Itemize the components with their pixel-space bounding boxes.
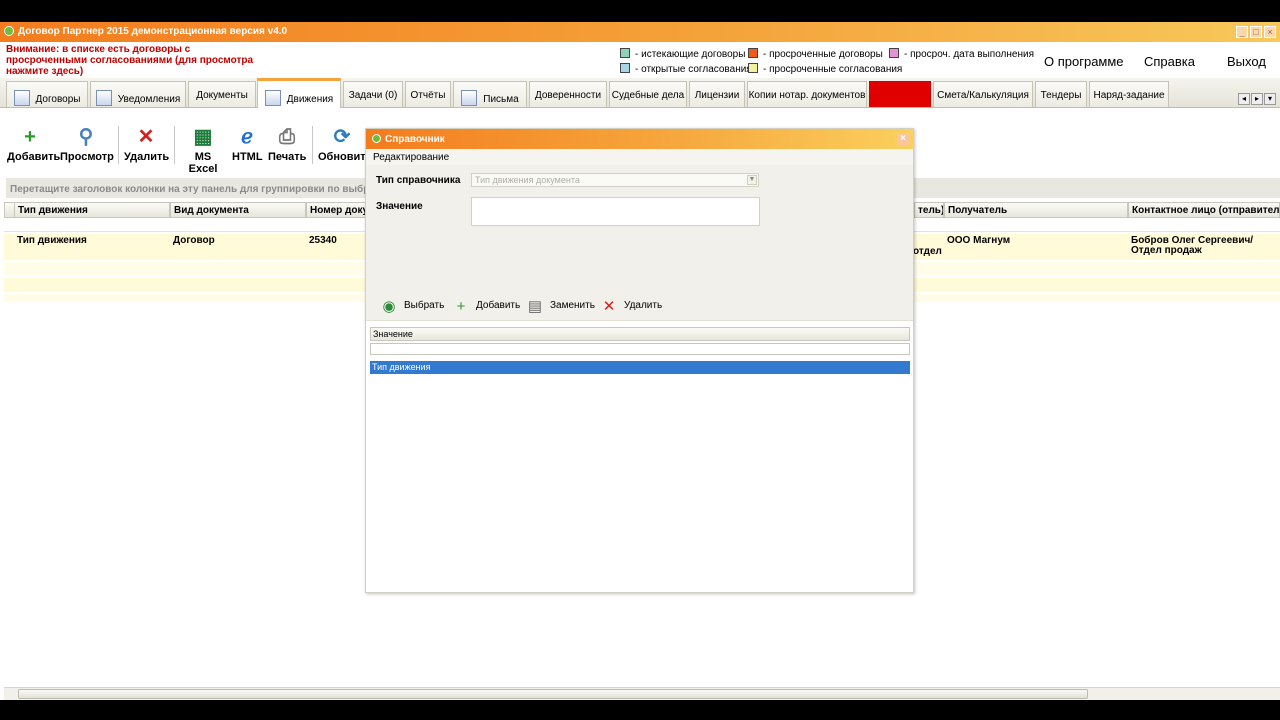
reference-dialog: Справочник × Редактирование Тип справочн…: [365, 128, 914, 593]
app-icon: [4, 26, 14, 36]
legend-overdue-execution: - просроч. дата выполнения: [889, 48, 1034, 60]
tab-documents[interactable]: Документы: [188, 81, 256, 107]
dialog-title-bar[interactable]: Справочник ×: [366, 129, 913, 149]
dialog-add-button[interactable]: + Добавить: [452, 298, 521, 315]
plus-icon: +: [456, 298, 466, 315]
tab-contracts[interactable]: Договоры: [6, 81, 88, 107]
select-button[interactable]: ◉ Выбрать: [380, 299, 444, 315]
select-icon: ◉: [382, 298, 396, 315]
tab-scroll-right-icon[interactable]: ▸: [1251, 93, 1263, 105]
printer-icon: ⎙: [279, 126, 295, 148]
dialog-toolbar: ◉ Выбрать + Добавить ▤ Заменить ✕ Удалить: [366, 293, 913, 321]
cell-document-number: 25340: [309, 235, 337, 246]
refresh-button[interactable]: ⟳ Обновить: [318, 126, 372, 163]
column-header-document-number[interactable]: Номер доку: [306, 202, 366, 218]
dialog-menu-edit[interactable]: Редактирование: [366, 149, 913, 165]
plus-icon: +: [24, 126, 36, 148]
x-icon: ✕: [137, 126, 155, 148]
add-button[interactable]: + Добавить: [7, 126, 60, 163]
legend-swatch: [748, 48, 758, 58]
cell-movement-type: Тип движения: [17, 235, 87, 246]
list-column-header[interactable]: Значение: [370, 327, 910, 341]
legend-swatch: [620, 63, 630, 73]
title-bar: Договор Партнер 2015 демонстрационная ве…: [0, 22, 1280, 42]
legend-swatch: [889, 48, 899, 58]
tab-scroll-left-icon[interactable]: ◂: [1238, 93, 1250, 105]
legend-overdue-contracts: - просроченные договоры: [748, 48, 883, 60]
app-window: Договор Партнер 2015 демонстрационная ве…: [0, 22, 1280, 700]
horizontal-scrollbar[interactable]: [4, 687, 1280, 700]
tab-calendar[interactable]: Календарь: [869, 81, 931, 107]
html-export-button[interactable]: ℯ HTML: [232, 126, 263, 163]
value-label: Значение: [376, 201, 423, 212]
minimize-icon[interactable]: _: [1236, 26, 1248, 38]
excel-export-button[interactable]: ▦ MS Excel: [180, 126, 226, 175]
toolbar-separator: [312, 126, 313, 164]
tab-powers-of-attorney[interactable]: Доверенности: [529, 81, 607, 107]
cell-recipient: ООО Магнум: [947, 235, 1011, 246]
print-button[interactable]: ⎙ Печать: [268, 126, 306, 163]
tab-notifications[interactable]: Уведомления: [90, 81, 186, 107]
browser-icon: ℯ: [241, 126, 253, 148]
edit-document-icon: [264, 90, 281, 106]
x-icon: ✕: [602, 298, 616, 315]
legend-swatch: [620, 48, 630, 58]
document-icon: [13, 90, 30, 106]
legend-overdue-approvals: - просроченные согласования: [748, 63, 902, 75]
tab-court-cases[interactable]: Судебные дела: [609, 81, 687, 107]
toolbar-separator: [174, 126, 175, 164]
replace-button[interactable]: ▤ Заменить: [526, 299, 595, 315]
menu-help[interactable]: Справка: [1144, 54, 1195, 69]
tab-tenders[interactable]: Тендеры: [1035, 81, 1087, 107]
excel-icon: ▦: [193, 126, 213, 148]
tab-list-dropdown-icon[interactable]: ▾: [1264, 93, 1276, 105]
dialog-form: Тип справочника Тип движения документа ▼…: [366, 165, 913, 293]
close-icon[interactable]: ×: [1264, 26, 1276, 38]
delete-button[interactable]: ✕ Удалить: [124, 126, 169, 163]
scrollbar-thumb[interactable]: [18, 689, 1088, 699]
overdue-warning[interactable]: Внимание: в списке есть договоры с проср…: [6, 44, 266, 77]
tab-notary-copies[interactable]: Копии нотар. документов: [747, 81, 867, 107]
envelope-icon: [461, 90, 478, 106]
value-input[interactable]: [471, 197, 760, 226]
tab-letters[interactable]: Письма: [453, 81, 527, 107]
toolbar-separator: [118, 126, 119, 164]
tab-work-order[interactable]: Наряд-задание: [1089, 81, 1169, 107]
list-item[interactable]: Тип движения: [370, 361, 910, 374]
dialog-close-icon[interactable]: ×: [897, 133, 909, 145]
tab-tasks[interactable]: Задачи (0): [343, 81, 403, 107]
dialog-delete-button[interactable]: ✕ Удалить: [600, 299, 662, 315]
chevron-down-icon[interactable]: ▼: [747, 175, 757, 185]
column-header-movement-type[interactable]: Тип движения: [14, 202, 170, 218]
tab-reports[interactable]: Отчёты: [405, 81, 451, 107]
column-header-recipient[interactable]: Получатель: [944, 202, 1128, 218]
refresh-icon: ⟳: [333, 126, 351, 148]
tab-movements[interactable]: Движения: [257, 78, 341, 108]
menu-about[interactable]: О программе: [1044, 54, 1124, 69]
cell-contact-person: Бобров Олег Сергеевич/Отдел продаж: [1131, 235, 1254, 256]
tab-licenses[interactable]: Лицензии: [689, 81, 745, 107]
tab-bar: Договоры Уведомления Документы Движения …: [0, 78, 1280, 108]
cell-sender-partial: отдел: [913, 246, 942, 257]
maximize-icon[interactable]: □: [1250, 26, 1262, 38]
legend-expiring: - истекающие договоры: [620, 48, 745, 60]
dialog-app-icon: [372, 134, 381, 143]
legend-swatch: [748, 63, 758, 73]
column-header-sender-partial[interactable]: тель): [914, 202, 944, 218]
tab-estimate[interactable]: Смета/Калькуляция: [933, 81, 1033, 107]
replace-document-icon: ▤: [527, 298, 543, 315]
menu-exit[interactable]: Выход: [1227, 54, 1266, 69]
column-header-document-type[interactable]: Вид документа: [170, 202, 306, 218]
view-button[interactable]: ⚲ Просмотр: [60, 126, 114, 163]
list-filter-row[interactable]: [370, 343, 910, 355]
window-title: Договор Партнер 2015 демонстрационная ве…: [18, 26, 288, 37]
magnifier-icon: ⚲: [78, 126, 94, 148]
legend-open-approvals: - открытые согласования: [620, 63, 752, 75]
dialog-title: Справочник: [385, 134, 445, 145]
reference-type-select[interactable]: Тип движения документа ▼: [471, 173, 759, 187]
calendar-icon: [95, 90, 112, 106]
cell-document-type: Договор: [173, 235, 215, 246]
reference-type-label: Тип справочника: [376, 175, 461, 186]
column-header-contact-person[interactable]: Контактное лицо (отправитель: [1128, 202, 1280, 218]
